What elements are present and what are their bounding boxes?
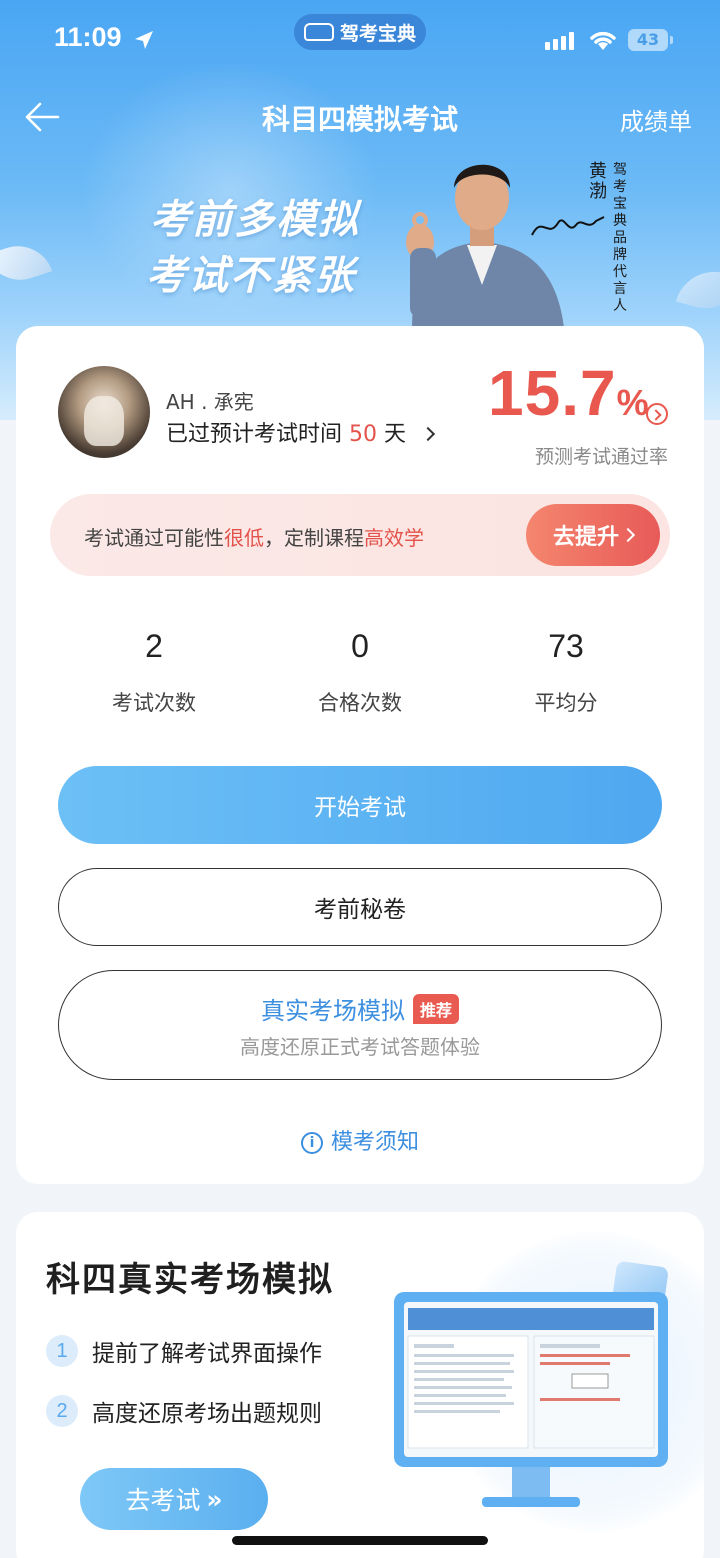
stat-pass-count: 0 合格次数 [260,628,460,717]
slogan-line-2: 考试不紧张 [146,253,356,299]
tip-text: 考试通过可能性很低，定制课程高效学 [84,522,424,551]
pass-rate-percent: % [616,382,650,423]
chevron-right-icon [620,527,636,543]
promo-item: 1 提前了解考试界面操作 [46,1334,322,1368]
improve-tip-bar: 考试通过可能性很低，定制课程高效学 去提升 [50,494,670,576]
exam-notice-link[interactable]: i 模考须知 [16,1124,704,1156]
promo-item: 2 高度还原考场出题规则 [46,1394,322,1428]
promo-title: 科四真实考场模拟 [46,1260,334,1300]
promo-item-text: 高度还原考场出题规则 [92,1401,322,1427]
improve-button-label: 去提升 [552,525,619,550]
banner-slogan: 考前多模拟 考试不紧张 [146,192,360,304]
pass-rate-number: 15.7 [488,357,617,429]
info-icon: i [300,1132,323,1154]
endorser-title: 驾考宝典品牌代言人 [613,162,627,314]
exam-summary-card: AH . 承宪 已过预计考试时间 50 天 15.7% 预测考试通过率 考试通过… [16,326,704,1184]
real-exam-subtitle: 高度还原正式考试答题体验 [240,1035,480,1059]
slogan-line-1: 考前多模拟 [150,197,360,243]
stat-value: 0 [351,628,369,664]
tip-highlight-low: 很低 [224,526,264,550]
exam-monitor-illustration [394,1292,668,1507]
go-exam-button[interactable]: 去考试» [80,1468,268,1530]
status-time: 11:09 [54,22,122,52]
exam-days-count: 50 [349,422,378,447]
stat-label: 合格次数 [318,691,402,715]
app-name: 驾考宝典 [339,22,416,45]
score-report-link[interactable]: 成绩单 [620,102,692,137]
number-1-icon: 1 [46,1335,78,1367]
exam-date-prefix: 已过预计考试时间 [166,422,343,447]
page-title: 科目四模拟考试 [261,103,458,136]
promo-item-text: 提前了解考试界面操作 [92,1341,322,1367]
user-name: AH . 承宪 [166,390,254,414]
location-arrow-icon [135,31,153,49]
exam-notice-label: 模考须知 [330,1130,419,1155]
stat-label: 平均分 [534,691,598,715]
car-icon [303,23,334,41]
app-switch-pill[interactable]: 驾考宝典 [294,14,426,50]
go-exam-button-label: 去考试 [125,1486,201,1515]
secret-paper-button[interactable]: 考前秘卷 [58,868,662,946]
tip-text-part2: ，定制课程 [264,526,364,550]
chevron-circle-right-icon[interactable] [646,403,668,425]
stat-value: 73 [548,628,584,664]
improve-button[interactable]: 去提升 [526,504,660,566]
real-exam-title: 真实考场模拟 推荐 [59,991,661,1026]
start-exam-button[interactable]: 开始考试 [58,766,662,844]
number-2-icon: 2 [46,1395,78,1427]
home-indicator [232,1536,488,1545]
tip-text-part1: 考试通过可能性 [84,526,224,550]
stat-exam-count: 2 考试次数 [54,628,254,717]
pass-rate-label: 预测考试通过率 [534,446,668,468]
real-exam-title-text: 真实考场模拟 [260,997,405,1025]
real-exam-promo-card: 科四真实考场模拟 1 提前了解考试界面操作 2 高度还原考场出题规则 去考试» [16,1212,704,1558]
endorser-name: 黄渤 [589,161,607,202]
tip-highlight-course: 高效学 [364,526,424,550]
endorser-signature [531,216,605,236]
avatar[interactable] [58,366,150,458]
real-exam-simulation-button[interactable]: 真实考场模拟 推荐 高度还原正式考试答题体验 [58,970,662,1080]
stat-value: 2 [145,628,163,664]
pass-rate-value: 15.7% [488,356,650,430]
stat-average-score: 73 平均分 [466,628,666,717]
double-chevron-right-icon: » [206,1484,223,1514]
exam-date-info[interactable]: 已过预计考试时间 50 天 [166,416,436,448]
cellular-signal-icon [545,32,574,50]
exam-days-unit: 天 [384,422,407,447]
stat-label: 考试次数 [112,691,196,715]
chevron-right-icon [420,426,436,442]
wifi-icon [590,31,616,50]
recommend-badge: 推荐 [412,994,459,1024]
battery-indicator: 43 [628,29,673,51]
